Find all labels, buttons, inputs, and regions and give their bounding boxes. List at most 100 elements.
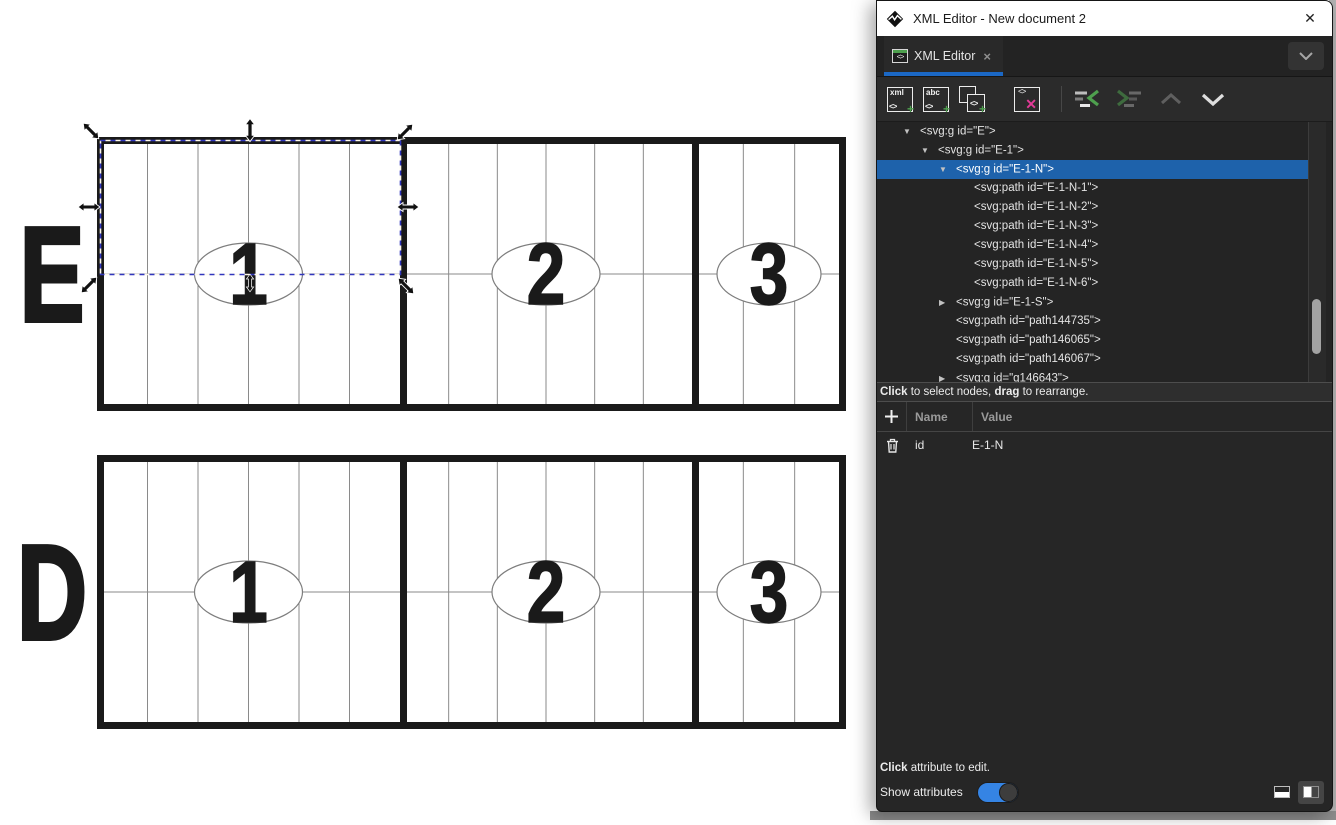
tree-node[interactable]: <svg:path id="path144735"> bbox=[877, 312, 1309, 331]
plus-icon bbox=[884, 409, 899, 424]
tree-node-label: <svg:path id="E-1-N-3"> bbox=[974, 220, 1098, 232]
move-node-up-button[interactable] bbox=[1156, 84, 1186, 114]
tree-node[interactable]: <svg:path id="E-1-N-4"> bbox=[877, 236, 1309, 255]
indent-icon bbox=[1116, 89, 1142, 109]
tree-node-label: <svg:g id="E-1-S"> bbox=[956, 297, 1053, 309]
dialog-titlebar[interactable]: XML Editor - New document 2 ✕ bbox=[877, 1, 1332, 36]
tree-node-label: <svg:path id="E-1-N-1"> bbox=[974, 182, 1098, 194]
delete-node-icon: <> ✕ bbox=[1014, 87, 1040, 112]
chevron-down-icon bbox=[1299, 52, 1313, 60]
duplicate-node-icon: <> + bbox=[959, 86, 985, 112]
close-button[interactable]: ✕ bbox=[1294, 4, 1326, 34]
expander-closed-icon[interactable]: ▶ bbox=[939, 369, 956, 382]
toggle-knob bbox=[999, 783, 1018, 802]
tree-node[interactable]: ▼<svg:g id="E"> bbox=[877, 122, 1309, 141]
tree-node[interactable]: <svg:path id="E-1-N-6"> bbox=[877, 274, 1309, 293]
tree-node[interactable]: <svg:path id="E-1-N-1"> bbox=[877, 179, 1309, 198]
tree-scrollbar[interactable] bbox=[1308, 122, 1326, 382]
chevron-down-icon bbox=[1201, 93, 1225, 106]
new-element-node-icon: xml <> + bbox=[887, 87, 913, 112]
new-text-node-icon: abc <> + bbox=[923, 87, 949, 112]
show-attributes-toggle[interactable] bbox=[977, 782, 1019, 803]
attribute-name[interactable]: id bbox=[907, 438, 964, 452]
xml-editor-icon: <> bbox=[892, 49, 908, 63]
tree-node-label: <svg:path id="E-1-N-5"> bbox=[974, 258, 1098, 270]
xml-editor-dialog: XML Editor - New document 2 ✕ <> XML Edi… bbox=[876, 0, 1333, 812]
tree-node[interactable]: ▶<svg:g id="g146643"> bbox=[877, 369, 1309, 382]
layout-horizontal-button[interactable] bbox=[1269, 781, 1295, 804]
add-attribute-button[interactable] bbox=[877, 402, 907, 431]
tree-status-text: Click to select nodes, drag to rearrange… bbox=[877, 382, 1332, 402]
tree-node-label: <svg:path id="path144735"> bbox=[956, 315, 1101, 327]
window-edge-below bbox=[870, 811, 1336, 820]
move-node-down-button[interactable] bbox=[1198, 84, 1228, 114]
tab-close-icon[interactable]: × bbox=[983, 49, 991, 64]
tree-rows: ▼<svg:g id="E">▼<svg:g id="E-1">▼<svg:g … bbox=[877, 122, 1309, 382]
expander-closed-icon[interactable]: ▶ bbox=[939, 293, 956, 312]
toolbar-separator bbox=[1061, 86, 1062, 112]
dialog-title: XML Editor - New document 2 bbox=[913, 11, 1294, 26]
new-element-node-button[interactable]: xml <> + bbox=[885, 84, 915, 114]
tree-node[interactable]: <svg:path id="E-1-N-5"> bbox=[877, 255, 1309, 274]
tab-bar: <> XML Editor × bbox=[877, 36, 1332, 77]
row-label: E bbox=[20, 199, 85, 349]
new-text-node-button[interactable]: abc <> + bbox=[921, 84, 951, 114]
attributes-header: Name Value bbox=[877, 402, 1332, 432]
tree-node[interactable]: <svg:path id="E-1-N-3"> bbox=[877, 217, 1309, 236]
expander-open-icon[interactable]: ▼ bbox=[939, 160, 956, 179]
vertical-split-icon bbox=[1303, 786, 1319, 798]
trash-icon bbox=[886, 438, 899, 453]
tree-node-label: <svg:g id="E"> bbox=[920, 126, 996, 138]
tree-node-label: <svg:path id="path146065"> bbox=[956, 334, 1101, 346]
bottom-bar: Show attributes bbox=[877, 777, 1332, 811]
section-number: 1 bbox=[229, 544, 268, 641]
svg-drawing[interactable]: 1 2 3 E 1 2 3 D bbox=[0, 0, 876, 820]
canvas-row-D[interactable]: 1 2 3 D bbox=[17, 455, 843, 729]
delete-node-button[interactable]: <> ✕ bbox=[1012, 84, 1042, 114]
tree-node[interactable]: <svg:path id="E-1-N-2"> bbox=[877, 198, 1309, 217]
duplicate-node-button[interactable]: <> + bbox=[957, 84, 987, 114]
attribute-hint-text: Click attribute to edit. bbox=[877, 759, 1332, 777]
tree-node[interactable]: ▼<svg:g id="E-1-N"> bbox=[877, 160, 1309, 179]
indent-node-button[interactable] bbox=[1114, 84, 1144, 114]
tree-node-label: <svg:g id="E-1"> bbox=[938, 145, 1024, 157]
column-header-name: Name bbox=[907, 402, 973, 431]
attribute-row[interactable]: id E-1-N bbox=[877, 432, 1332, 458]
unindent-node-button[interactable] bbox=[1072, 84, 1102, 114]
attribute-value[interactable]: E-1-N bbox=[964, 438, 1003, 452]
tree-node[interactable]: <svg:path id="path146065"> bbox=[877, 331, 1309, 350]
tree-node-label: <svg:g id="E-1-N"> bbox=[956, 164, 1054, 176]
layout-vertical-button[interactable] bbox=[1298, 781, 1324, 804]
section-number: 3 bbox=[750, 226, 789, 323]
inkscape-logo-icon bbox=[886, 10, 904, 28]
scrollbar-thumb[interactable] bbox=[1312, 299, 1321, 354]
dock-menu-button[interactable] bbox=[1288, 42, 1324, 70]
show-attributes-label: Show attributes bbox=[880, 785, 963, 799]
tree-node-label: <svg:path id="E-1-N-2"> bbox=[974, 201, 1098, 213]
tab-xml-editor[interactable]: <> XML Editor × bbox=[884, 36, 1003, 76]
section-number: 2 bbox=[527, 544, 566, 641]
tree-node-label: <svg:path id="E-1-N-4"> bbox=[974, 239, 1098, 251]
delete-attribute-button[interactable] bbox=[877, 438, 907, 453]
chevron-up-icon bbox=[1160, 93, 1182, 105]
tree-node[interactable]: <svg:path id="path146067"> bbox=[877, 350, 1309, 369]
section-number: 3 bbox=[750, 544, 789, 641]
tree-node-label: <svg:path id="path146067"> bbox=[956, 353, 1101, 365]
section-number: 2 bbox=[527, 226, 566, 323]
tree-node-label: <svg:path id="E-1-N-6"> bbox=[974, 277, 1098, 289]
tree-node-label: <svg:g id="g146643"> bbox=[956, 373, 1069, 382]
xml-tree: ▼<svg:g id="E">▼<svg:g id="E-1">▼<svg:g … bbox=[877, 122, 1332, 382]
row-label: D bbox=[17, 517, 87, 667]
attributes-empty-area bbox=[877, 458, 1332, 759]
expander-open-icon[interactable]: ▼ bbox=[921, 141, 938, 160]
column-header-value: Value bbox=[973, 410, 1012, 424]
layout-buttons bbox=[1269, 781, 1324, 804]
expander-open-icon[interactable]: ▼ bbox=[903, 122, 920, 141]
tree-node[interactable]: ▼<svg:g id="E-1"> bbox=[877, 141, 1309, 160]
tab-label: XML Editor bbox=[914, 49, 975, 63]
unindent-icon bbox=[1074, 89, 1100, 109]
tree-node[interactable]: ▶<svg:g id="E-1-S"> bbox=[877, 293, 1309, 312]
drawing-canvas[interactable]: 1 2 3 E 1 2 3 D bbox=[0, 0, 876, 820]
selection-handle[interactable] bbox=[80, 120, 102, 142]
xml-toolbar: xml <> + abc <> + <> + <> bbox=[877, 77, 1332, 122]
